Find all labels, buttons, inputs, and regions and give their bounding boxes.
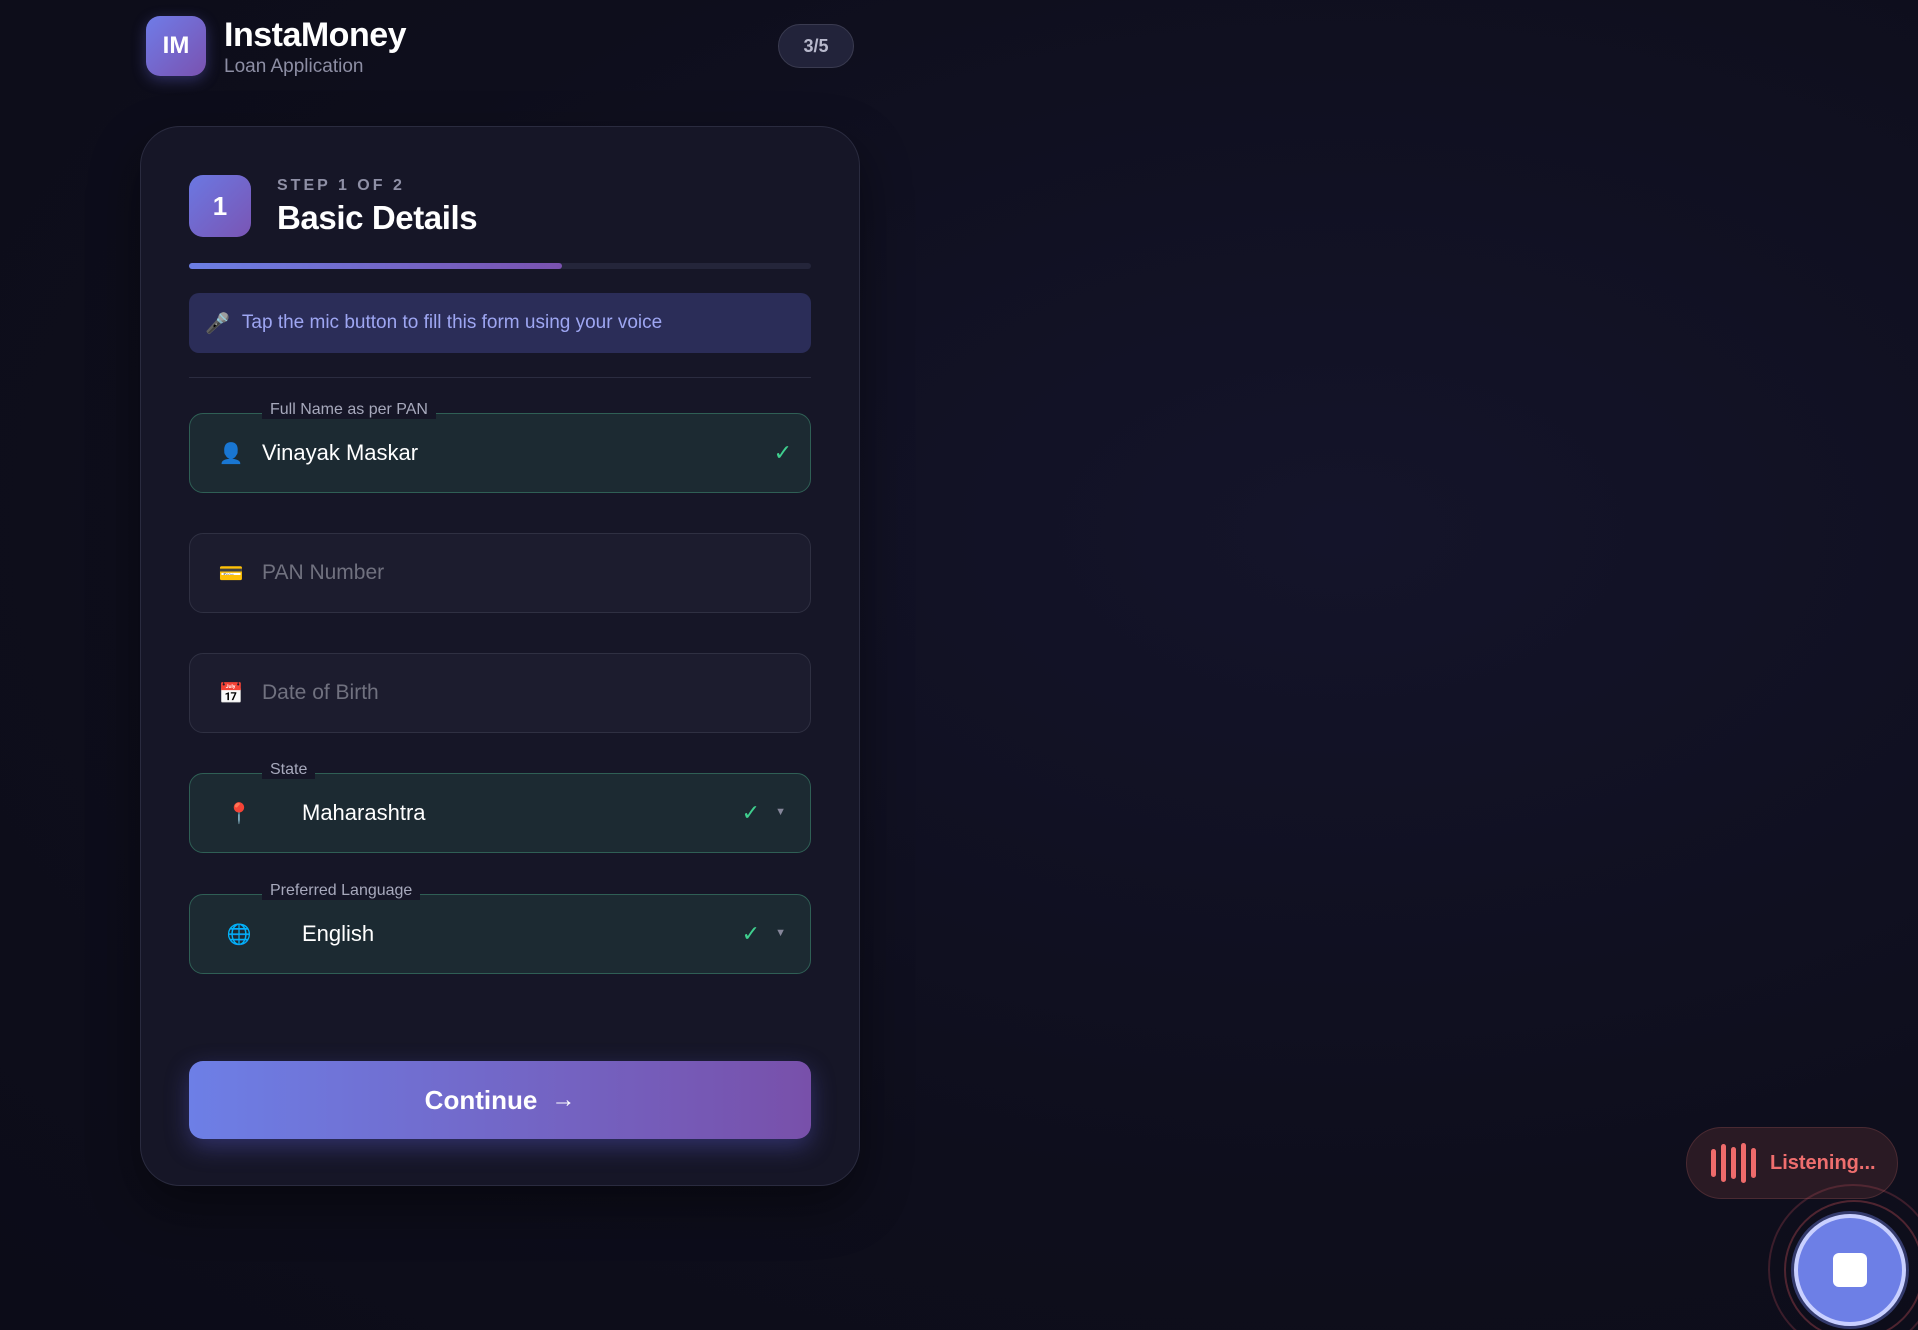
pan-number-field[interactable]: 💳 PAN Number [189,533,811,613]
pin-icon: 📍 [226,802,252,825]
voice-hint-banner: 🎤 Tap the mic button to fill this form u… [189,293,811,353]
full-name-value: Vinayak Maskar [262,440,419,465]
preferred-language-value: English [302,921,375,946]
app-title: InstaMoney [224,16,407,54]
person-icon: 👤 [218,442,244,465]
arrow-right-icon: → [551,1086,576,1113]
state-select[interactable]: State 📍 Maharashtra ✓ ▼ [189,761,811,853]
voice-hint-text: Tap the mic button to fill this form usi… [241,312,663,333]
audio-wave-icon [1711,1143,1756,1183]
chevron-down-icon: ▼ [775,927,786,939]
microphone-icon: 🎤 [205,312,230,335]
card-icon: 💳 [218,562,244,585]
globe-icon: 🌐 [226,923,252,946]
check-icon: ✓ [773,440,792,465]
continue-button[interactable]: Continue → [189,1061,811,1139]
pan-number-placeholder: PAN Number [262,561,385,584]
stop-icon [1833,1253,1867,1287]
stop-recording-button[interactable] [1794,1214,1906,1326]
preferred-language-label: Preferred Language [262,882,421,900]
continue-label: Continue [424,1084,538,1115]
full-name-label: Full Name as per PAN [262,401,436,419]
state-value: Maharashtra [302,800,426,825]
app-logo: IM [146,16,206,76]
date-of-birth-field[interactable]: 📅 Date of Birth [189,653,811,733]
step-title: Basic Details [277,199,478,236]
step-counter-badge: 3/5 [778,24,854,68]
app-subtitle: Loan Application [224,56,364,77]
app-header: IM InstaMoney Loan Application 3/5 [146,16,854,77]
progress-bar [189,263,811,269]
form-card: 1 STEP 1 OF 2 Basic Details 🎤 Tap the mi… [140,126,860,1186]
step-label: STEP 1 OF 2 [277,177,405,194]
step-number-badge: 1 [189,175,251,237]
state-label: State [262,761,316,779]
chevron-down-icon: ▼ [775,806,786,818]
preferred-language-select[interactable]: Preferred Language 🌐 English ✓ ▼ [189,882,811,974]
date-of-birth-placeholder: Date of Birth [262,681,379,704]
check-icon: ✓ [741,921,760,946]
logo-text: IM [162,32,190,59]
divider [189,377,811,378]
listening-text: Listening... [1770,1151,1876,1174]
calendar-icon: 📅 [218,682,244,705]
progress-fill [189,263,563,269]
check-icon: ✓ [741,800,760,825]
full-name-field[interactable]: Full Name as per PAN 👤 Vinayak Maskar ✓ [189,401,811,493]
